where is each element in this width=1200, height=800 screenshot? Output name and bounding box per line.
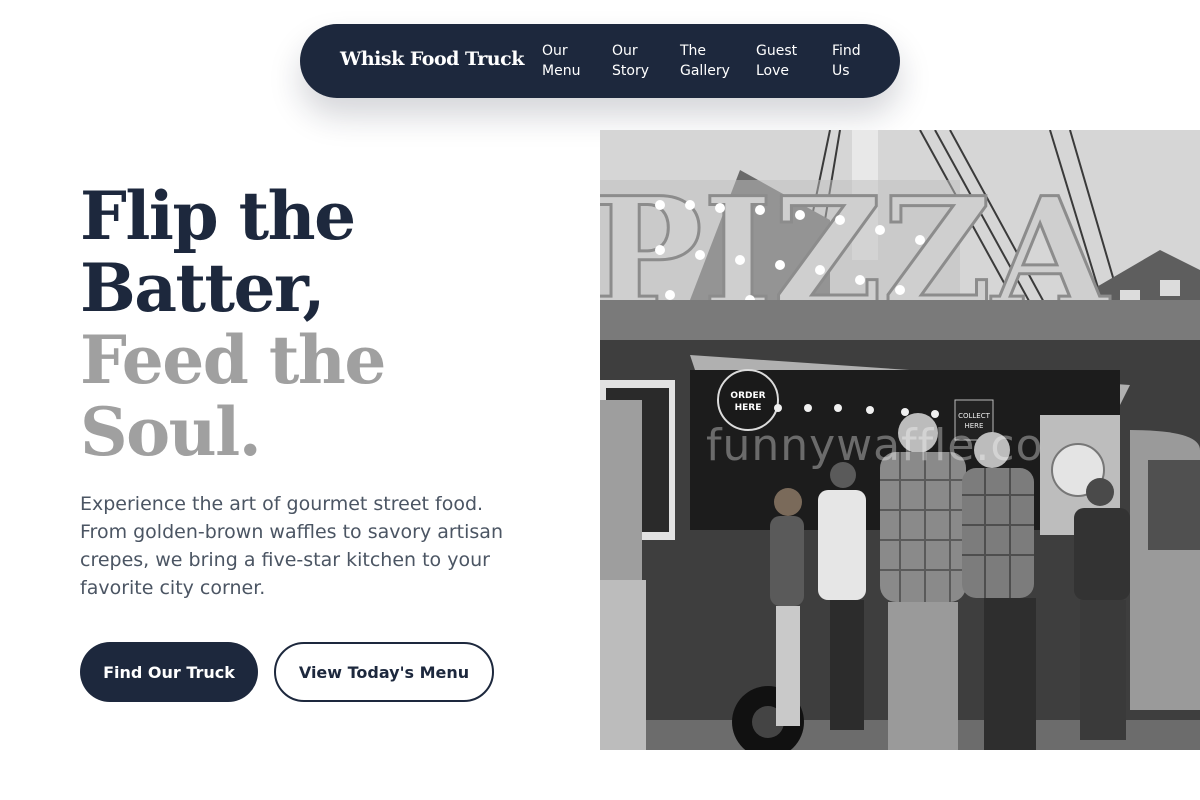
nav-link-our-menu[interactable]: Our Menu xyxy=(542,41,580,81)
nav-link-the-gallery[interactable]: The Gallery xyxy=(680,41,730,81)
svg-text:ORDER: ORDER xyxy=(730,391,765,401)
main-navigation: Whisk Food Truck Our Menu Our Story The … xyxy=(300,24,900,98)
nav-link-our-story[interactable]: Our Story xyxy=(612,41,649,81)
svg-text:HERE: HERE xyxy=(735,403,762,413)
nav-link-label: Our xyxy=(542,43,568,59)
nav-link-guest-love[interactable]: Guest Love xyxy=(756,41,797,81)
nav-link-find-us[interactable]: Find Us xyxy=(832,41,861,81)
hero-title-line: Soul. xyxy=(80,393,262,471)
nav-link-label: Gallery xyxy=(680,63,730,79)
hero-description: Experience the art of gourmet street foo… xyxy=(80,493,503,599)
nav-link-label: Love xyxy=(756,63,790,79)
svg-text:COLLECT: COLLECT xyxy=(958,412,991,420)
hero-title-line: Batter, xyxy=(80,249,325,327)
nav-link-label: Find xyxy=(832,43,861,59)
hero-title-line: Feed the xyxy=(80,321,386,399)
nav-link-label: The xyxy=(680,43,707,59)
view-todays-menu-button[interactable]: View Today's Menu xyxy=(274,642,494,702)
find-our-truck-button[interactable]: Find Our Truck xyxy=(80,642,258,702)
watermark-text: funnywaffle.co xyxy=(706,420,1044,471)
nav-link-label: Guest xyxy=(756,43,798,59)
hero-title-line: Flip the xyxy=(80,177,356,255)
hero-title: Flip the Batter, Feed the Soul. xyxy=(80,177,386,471)
nav-link-label: Menu xyxy=(542,63,581,79)
nav-link-label: Story xyxy=(612,63,649,79)
hero-food-truck-photo: PIZZA ORDER HERE COLLECT HERE funnywaffl… xyxy=(600,130,1200,750)
nav-link-label: Us xyxy=(832,63,850,79)
nav-link-label: Our xyxy=(612,43,638,59)
nav-links: Our Menu Our Story The Gallery Guest Lov… xyxy=(300,41,900,85)
